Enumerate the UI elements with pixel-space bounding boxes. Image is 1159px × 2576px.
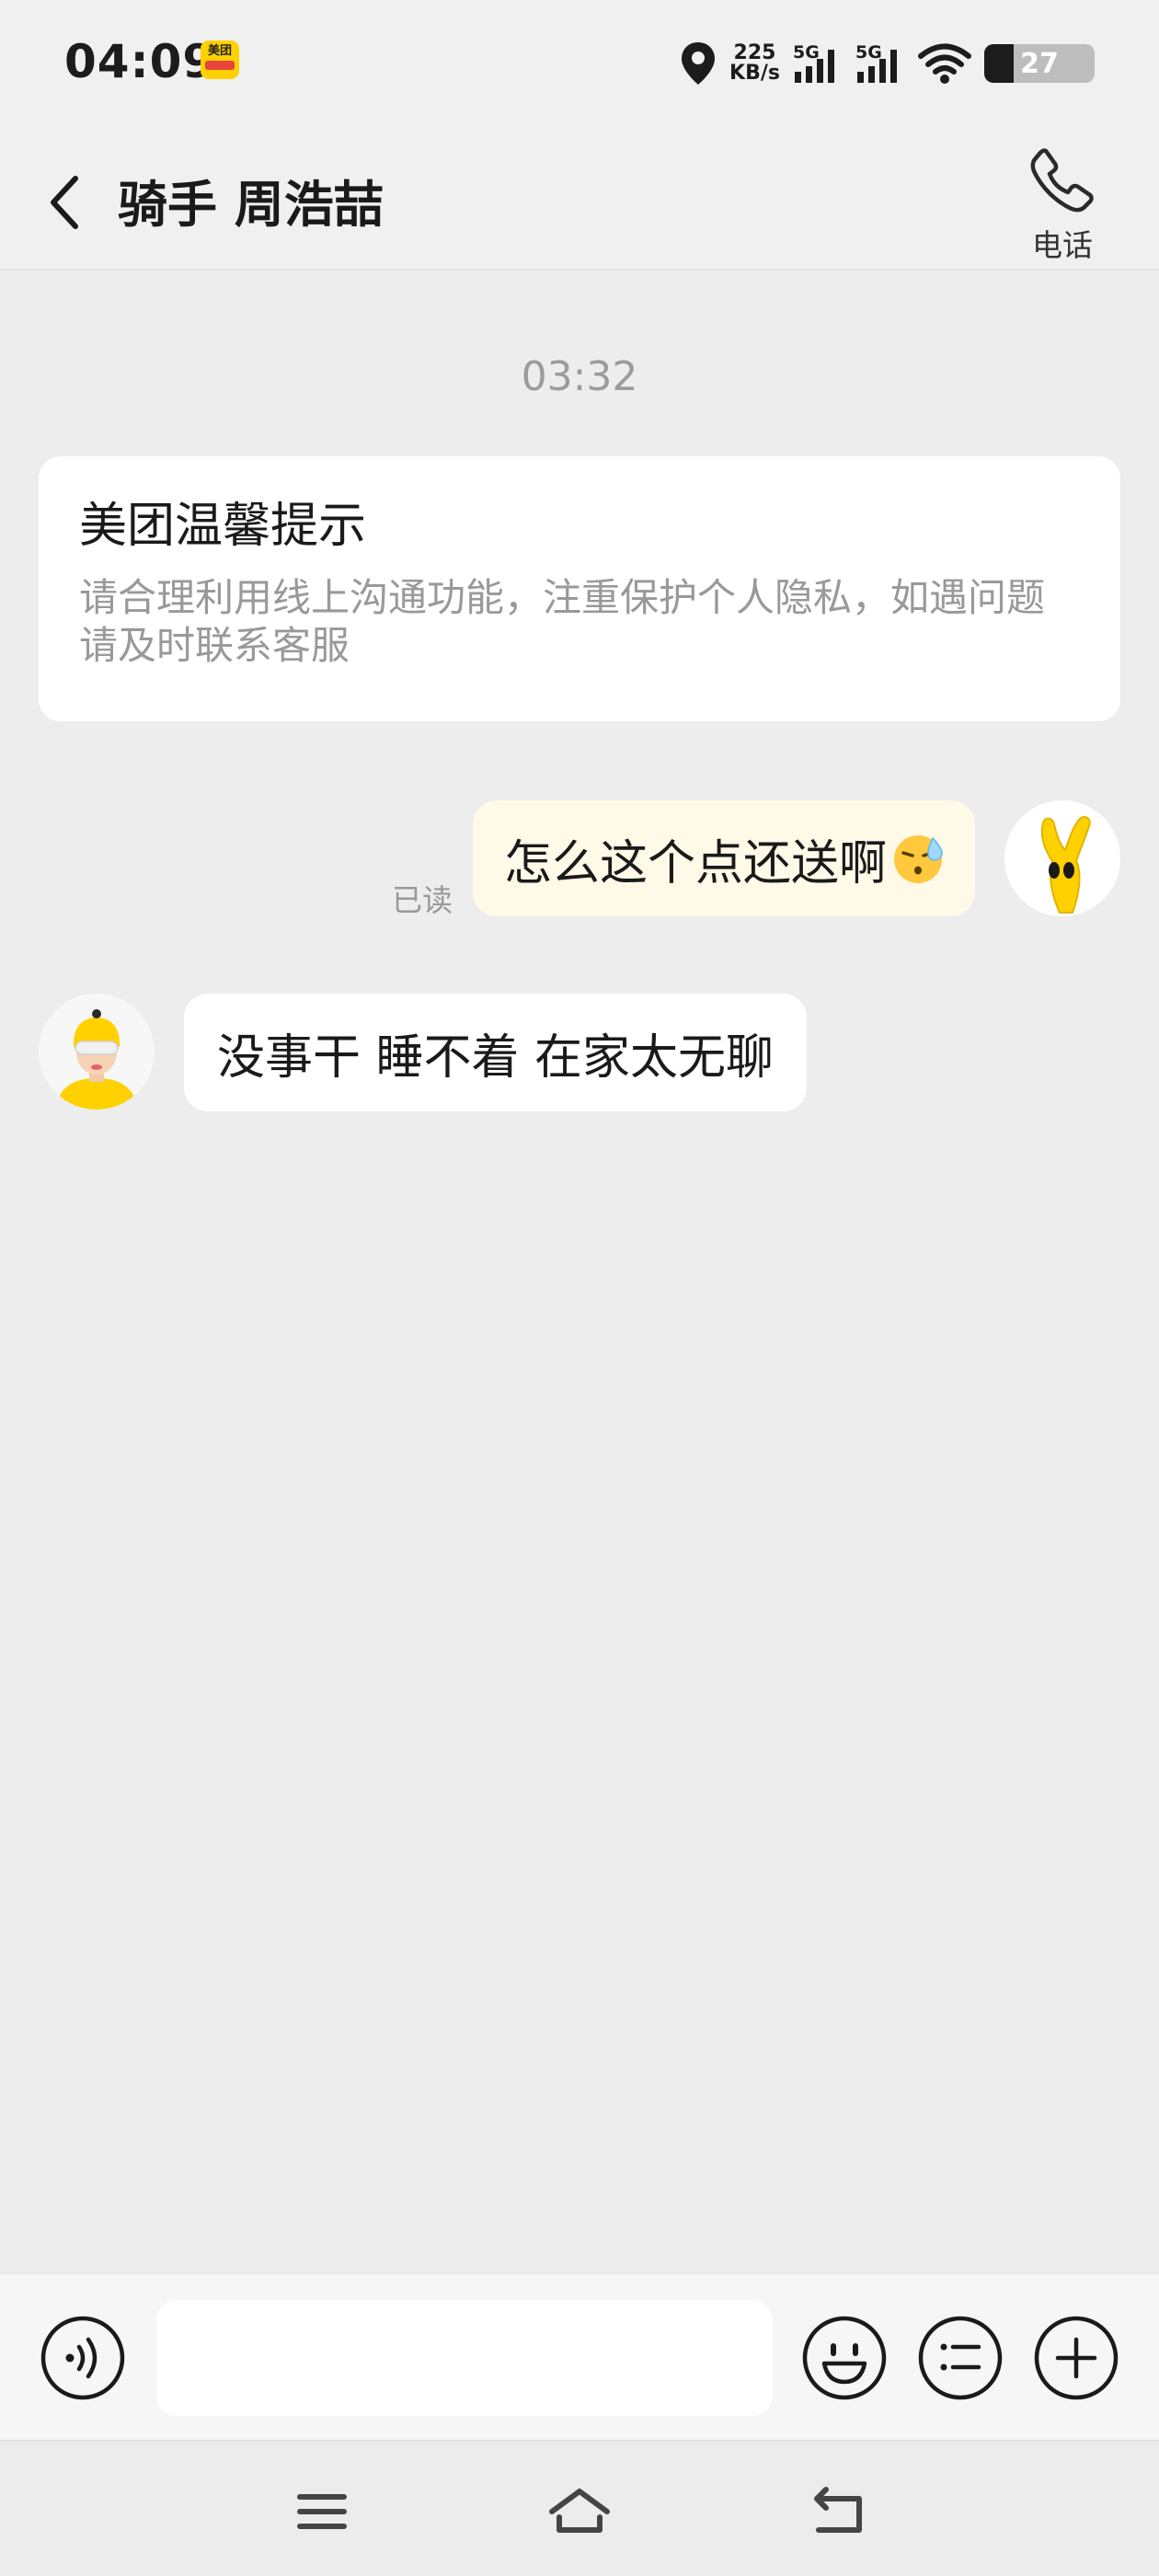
status-time: 04:09 xyxy=(64,35,216,88)
back-icon[interactable] xyxy=(798,2473,876,2550)
sim2-signal: 5G xyxy=(855,40,905,86)
phone-icon xyxy=(1030,148,1094,213)
app-icon-badge xyxy=(205,61,235,70)
my-avatar[interactable] xyxy=(1004,800,1120,916)
back-button[interactable] xyxy=(37,166,92,239)
location-icon xyxy=(682,42,716,85)
rider-avatar[interactable] xyxy=(39,994,155,1110)
quick-phrase-icon[interactable] xyxy=(916,2314,1004,2402)
mascot-avatar-icon xyxy=(1040,816,1091,914)
wifi-icon xyxy=(918,43,971,84)
outgoing-message-text: 怎么这个点还送啊 xyxy=(503,835,887,891)
rider-avatar-icon xyxy=(55,1009,138,1110)
network-speed-value: 225 xyxy=(733,41,776,64)
incoming-message-text: 没事干 睡不着 在家太无聊 xyxy=(217,1029,775,1086)
message-input[interactable] xyxy=(156,2300,773,2416)
app-icon-text: 美团 xyxy=(207,44,232,58)
read-status: 已读 xyxy=(392,882,453,918)
message-timestamp: 03:32 xyxy=(521,353,638,400)
plus-icon[interactable] xyxy=(1032,2314,1120,2402)
sweat-face-emoji-icon xyxy=(894,835,943,883)
battery-level: 27 xyxy=(1020,48,1059,80)
call-button[interactable]: 电话 xyxy=(1003,142,1122,270)
status-icons: 225 KB/s 5G 5G 27 xyxy=(667,31,1095,96)
network-speed: 225 KB/s xyxy=(729,43,780,84)
message-input-bar xyxy=(0,2272,1159,2440)
network-speed-unit: KB/s xyxy=(729,62,780,85)
home-icon[interactable] xyxy=(541,2473,618,2550)
page-title: 骑手 周浩喆 xyxy=(118,176,384,234)
chevron-left-icon xyxy=(51,176,78,229)
system-nav-bar xyxy=(0,2440,1159,2576)
notice-body: 请合理利用线上沟通功能，注重保护个人隐私，如遇问题请及时联系客服 xyxy=(79,575,1046,668)
call-button-label: 电话 xyxy=(1032,227,1093,263)
meituan-app-icon: 美团 xyxy=(201,40,239,79)
emoji-icon[interactable] xyxy=(800,2314,889,2402)
signal-icon xyxy=(795,50,834,83)
status-bar: 04:09 美团 225 KB/s 5G 5G 27 xyxy=(0,0,1159,129)
notice-title: 美团温馨提示 xyxy=(79,499,367,554)
signal-icon xyxy=(857,50,897,83)
outgoing-message-bubble[interactable]: 怎么这个点还送啊 xyxy=(472,800,975,916)
battery-indicator: 27 xyxy=(984,44,1095,83)
menu-icon[interactable] xyxy=(283,2473,361,2550)
system-notice-card: 美团温馨提示 请合理利用线上沟通功能，注重保护个人隐私，如遇问题请及时联系客服 xyxy=(39,456,1120,721)
sim1-signal: 5G xyxy=(793,40,843,86)
chat-header: 骑手 周浩喆 电话 xyxy=(0,129,1159,270)
incoming-message-bubble[interactable]: 没事干 睡不着 在家太无聊 xyxy=(184,994,808,1111)
voice-icon[interactable] xyxy=(39,2314,127,2402)
